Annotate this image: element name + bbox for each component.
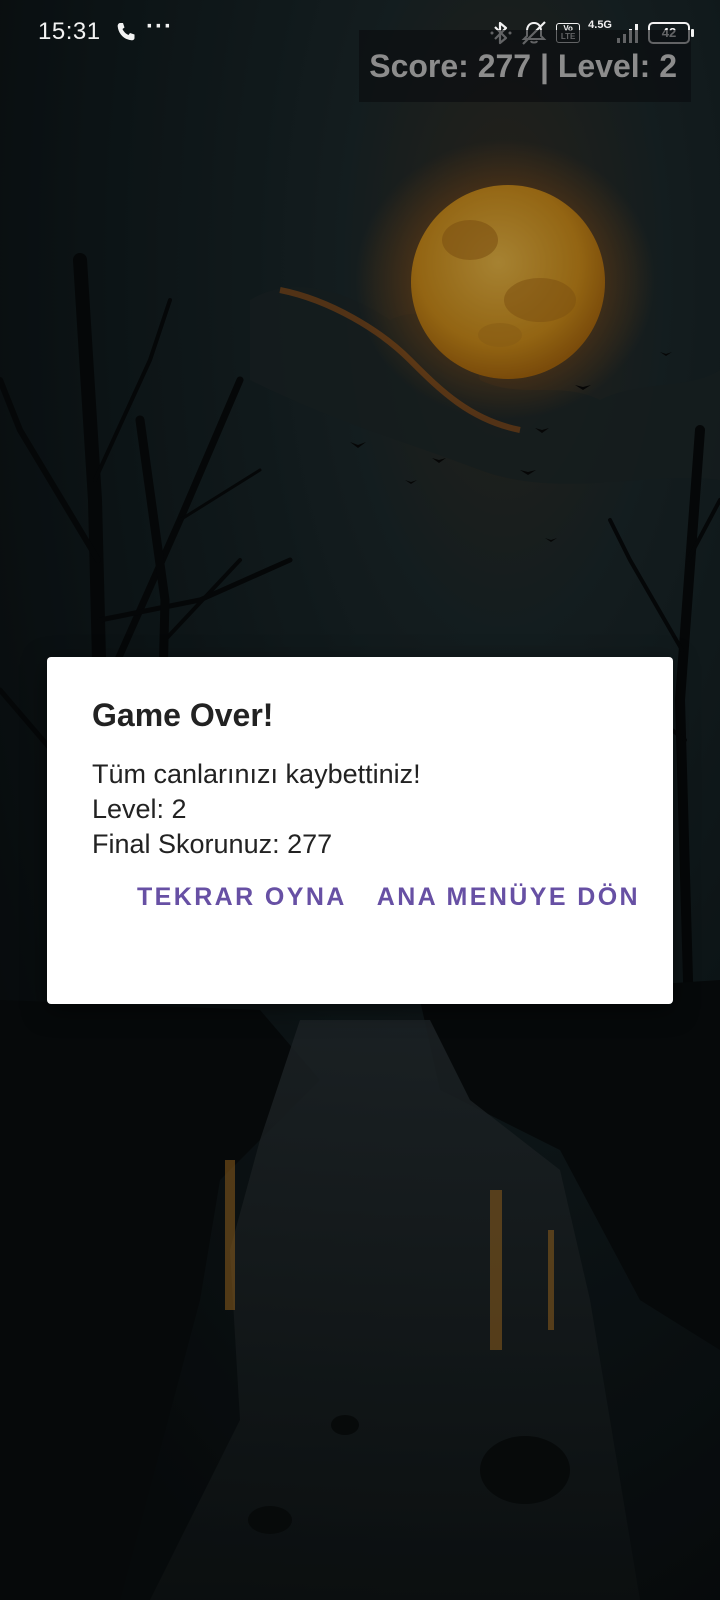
main-menu-button[interactable]: ANA MENÜYE DÖN xyxy=(377,883,640,912)
message-level: Level: 2 xyxy=(92,794,187,824)
clock: 15:31 xyxy=(38,18,101,45)
dialog-title: Game Over! xyxy=(92,697,274,733)
score-level-text: Score: 277 | Level: 2 xyxy=(369,48,677,84)
dialog-actions: TEKRAR OYNA ANA MENÜYE DÖN xyxy=(137,883,640,912)
game-over-dialog: Game Over! Tüm canlarınızı kaybettiniz! … xyxy=(47,657,673,1004)
phone-call-icon xyxy=(117,23,135,41)
message-lives-lost: Tüm canlarınızı kaybettiniz! xyxy=(92,759,421,789)
more-notifications-indicator: ··· xyxy=(146,13,173,40)
score-panel: Score: 277 | Level: 2 xyxy=(359,30,691,102)
play-again-button[interactable]: TEKRAR OYNA xyxy=(137,883,347,912)
dialog-message: Tüm canlarınızı kaybettiniz! Level: 2 Fi… xyxy=(92,757,421,862)
message-final-score: Final Skorunuz: 277 xyxy=(92,829,333,859)
